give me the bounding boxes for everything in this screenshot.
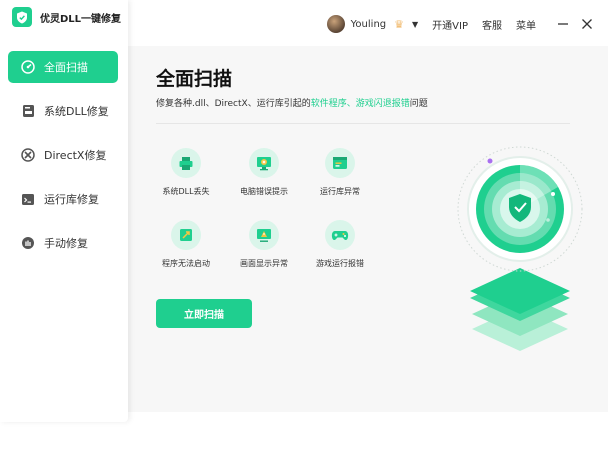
main-panel: 全面扫描 修复各种.dll、DirectX、运行库引起的软件程序、游戏闪退报错问… (128, 46, 608, 412)
sidebar: 优灵DLL一键修复 全面扫描 系统DLL修复 DirectX修复 运行库修复 手… (0, 0, 128, 422)
radar-scan-illustration (457, 146, 583, 351)
sidebar-item-label: 全面扫描 (44, 61, 88, 74)
chevron-down-icon[interactable]: ▼ (412, 20, 418, 29)
feature-label: 程序无法启动 (162, 259, 210, 268)
customer-service-link[interactable]: 客服 (482, 17, 502, 32)
username[interactable]: Youling (351, 19, 386, 30)
window-icon (325, 148, 355, 178)
app-brand: 优灵DLL一键修复 (12, 7, 121, 27)
rocket-icon (171, 220, 201, 250)
page-subtitle: 修复各种.dll、DirectX、运行库引起的软件程序、游戏闪退报错问题 (156, 96, 428, 109)
monitor-warning-icon (249, 220, 279, 250)
sidebar-item-directx[interactable]: DirectX修复 (8, 139, 118, 171)
feature-pc-error-prompt: 电脑错误提示 (224, 148, 304, 197)
subtitle-highlight: 软件程序、游戏闪退报错 (310, 99, 410, 109)
app-name: 优灵DLL一键修复 (40, 13, 122, 25)
gauge-icon (20, 59, 36, 75)
minimize-icon[interactable] (556, 17, 570, 31)
subtitle-suffix: 问题 (409, 99, 428, 109)
sidebar-nav: 全面扫描 系统DLL修复 DirectX修复 运行库修复 手动修复 (8, 51, 118, 271)
avatar[interactable] (326, 15, 345, 33)
feature-label: 画面显示异常 (240, 259, 288, 268)
feature-program-cannot-start: 程序无法启动 (146, 220, 226, 269)
feature-label: 运行库异常 (320, 187, 360, 196)
printer-icon (171, 148, 201, 178)
sidebar-item-full-scan[interactable]: 全面扫描 (8, 51, 118, 83)
feature-runtime-exception: 运行库异常 (300, 148, 380, 197)
sidebar-item-manual[interactable]: 手动修复 (8, 227, 118, 259)
top-right-controls: Youling ♛ ▼ 开通VIP 客服 菜单 (326, 14, 598, 34)
feature-display-abnormal: 画面显示异常 (224, 220, 304, 269)
open-vip-link[interactable]: 开通VIP (432, 17, 468, 32)
gamepad-icon (325, 220, 355, 250)
sidebar-item-label: DirectX修复 (44, 149, 107, 162)
directx-icon (20, 147, 36, 163)
sidebar-item-label: 系统DLL修复 (44, 105, 109, 118)
divider (156, 123, 570, 124)
menu-link[interactable]: 菜单 (516, 17, 536, 32)
sidebar-item-label: 运行库修复 (44, 193, 99, 206)
page-title: 全面扫描 (156, 68, 233, 90)
sidebar-item-label: 手动修复 (44, 237, 88, 250)
dll-file-icon (20, 103, 36, 119)
hand-icon (20, 235, 36, 251)
vip-crown-icon: ♛ (394, 17, 405, 31)
scan-now-button[interactable]: 立即扫描 (156, 299, 252, 328)
feature-system-dll-missing: 系统DLL丢失 (146, 148, 226, 197)
feature-label: 系统DLL丢失 (162, 187, 210, 196)
sidebar-item-system-dll[interactable]: 系统DLL修复 (8, 95, 118, 127)
top-bar: Youling ♛ ▼ 开通VIP 客服 菜单 (128, 0, 608, 46)
shield-logo-icon (12, 7, 32, 27)
terminal-icon (20, 191, 36, 207)
subtitle-prefix: 修复各种.dll、DirectX、运行库引起的 (156, 99, 311, 109)
feature-label: 电脑错误提示 (240, 187, 288, 196)
feature-game-error: 游戏运行报错 (300, 220, 380, 269)
sidebar-item-runtime[interactable]: 运行库修复 (8, 183, 118, 215)
close-icon[interactable] (580, 17, 594, 31)
feature-label: 游戏运行报错 (316, 259, 364, 268)
monitor-error-icon (249, 148, 279, 178)
